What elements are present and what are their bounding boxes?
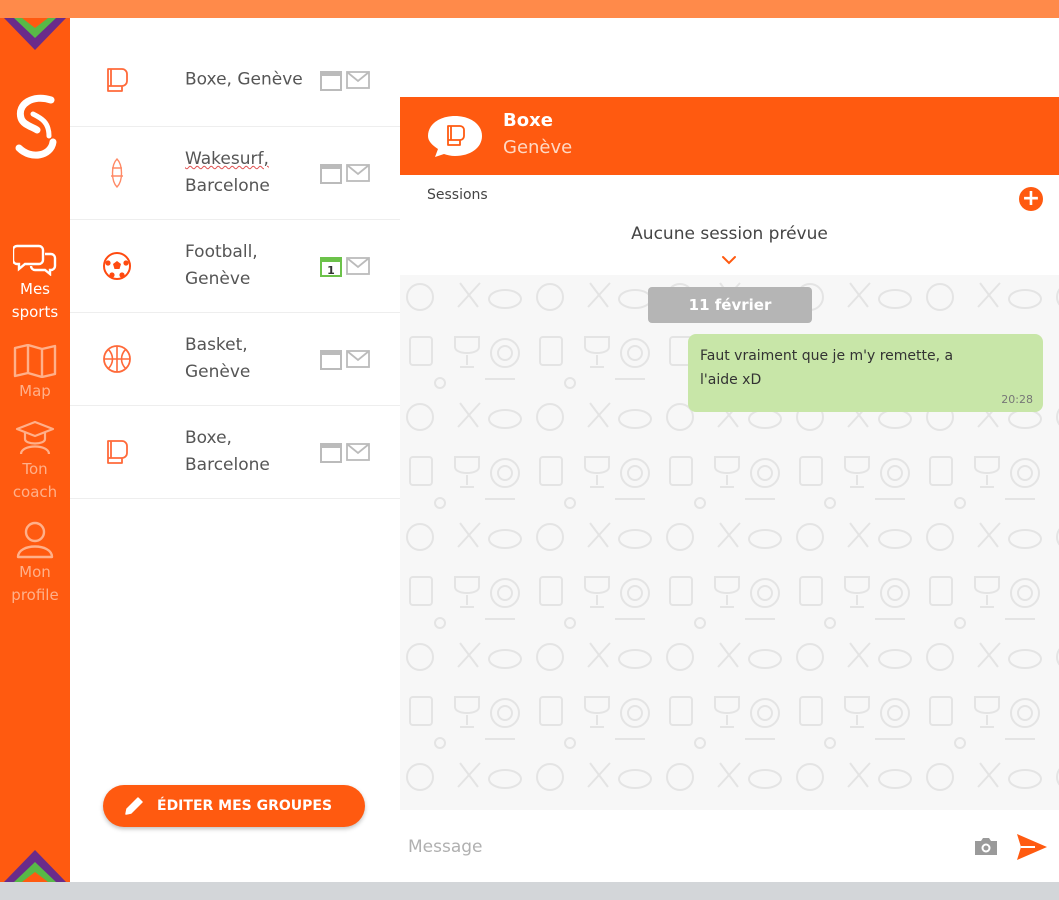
group-name-line: Barcelone (185, 176, 270, 196)
group-row-football-geneve[interactable]: Football, Genève 1 (70, 220, 400, 313)
boxing-glove-icon (107, 440, 128, 464)
group-name: Wakesurf, Barcelone (185, 146, 315, 200)
edit-groups-label: ÉDITER MES GROUPES (157, 798, 333, 814)
message-line: l'aide xD (700, 372, 762, 388)
decorative-triangle-icon (4, 18, 66, 50)
nav-label-line: sports (11, 303, 59, 321)
chat-bubbles-icon (13, 244, 57, 276)
message-time: 20:28 (1001, 393, 1033, 406)
coach-icon (15, 420, 55, 455)
nav-mon-profile[interactable]: Mon profile (0, 521, 70, 607)
sessions-label: Sessions (427, 187, 488, 203)
no-session-text: Aucune session prévue (631, 224, 828, 244)
nav-label-line: Mon (19, 563, 51, 581)
group-name: Boxe, Genève (185, 67, 325, 94)
user-icon (16, 521, 54, 559)
send-icon[interactable] (1015, 832, 1049, 862)
sessions-bar: Sessions + Aucune session prévue (400, 175, 1059, 275)
date-separator: 11 février (648, 287, 812, 323)
decorative-triangle-icon (4, 850, 66, 882)
app-logo (15, 94, 57, 159)
chat-header: Boxe Genève (400, 97, 1059, 175)
nav-map[interactable]: Map (0, 344, 70, 403)
nav-label-line: Mes (20, 280, 50, 298)
group-name-line: Basket, (185, 335, 248, 355)
nav-mes-sports[interactable]: Mes sports (0, 242, 70, 324)
edit-groups-button[interactable]: ÉDITER MES GROUPES (103, 785, 365, 827)
group-name-line: Genève (185, 269, 251, 289)
nav-label-line: coach (12, 483, 58, 501)
calendar-icon[interactable] (320, 441, 342, 463)
message-composer (400, 810, 1059, 882)
calendar-icon[interactable] (320, 348, 342, 370)
chevron-down-icon[interactable] (721, 255, 737, 265)
group-name-line: Football, (185, 242, 258, 262)
calendar-icon-active[interactable]: 1 (320, 255, 342, 277)
side-navigation: Mes sports Map Ton coach Mon profile (0, 18, 70, 882)
message-input[interactable] (400, 826, 950, 868)
add-session-button[interactable]: + (1019, 187, 1043, 211)
group-row-wakesurf-barcelone[interactable]: Wakesurf, Barcelone (70, 127, 400, 220)
group-name-line: Barcelone (185, 455, 270, 475)
mail-icon[interactable] (346, 164, 370, 182)
group-avatar (428, 116, 482, 157)
nav-ton-coach[interactable]: Ton coach (0, 420, 70, 504)
chat-title: Boxe (503, 110, 553, 131)
group-list-panel: Boxe, Genève Wakesurf, Barcelone Footbal… (70, 18, 400, 882)
map-icon (13, 344, 57, 378)
group-name-line: Wakesurf, (185, 149, 269, 169)
message-line: Faut vraiment que je m'y remette, a (700, 348, 954, 364)
group-name-line: Boxe, (185, 428, 232, 448)
calendar-icon[interactable] (320, 69, 342, 91)
window-top-bar (0, 0, 1059, 18)
calendar-icon[interactable] (320, 162, 342, 184)
group-row-boxe-barcelone[interactable]: Boxe, Barcelone (70, 406, 400, 499)
message-text: Faut vraiment que je m'y remette, a l'ai… (700, 344, 1031, 392)
calendar-badge: 1 (327, 264, 335, 277)
group-name: Boxe, Barcelone (185, 425, 315, 479)
group-name-line: Boxe, Genève (185, 69, 303, 90)
basketball-icon (103, 345, 131, 373)
group-row-boxe-geneve[interactable]: Boxe, Genève (70, 34, 400, 127)
message-bubble-outgoing[interactable]: Faut vraiment que je m'y remette, a l'ai… (688, 334, 1043, 412)
camera-icon[interactable] (973, 835, 999, 857)
window-bottom-strip (0, 882, 1059, 900)
group-row-basket-geneve[interactable]: Basket, Genève (70, 313, 400, 406)
chat-messages-area[interactable]: 11 février Faut vraiment que je m'y reme… (400, 275, 1059, 810)
nav-label-line: Ton (22, 460, 48, 478)
mail-icon[interactable] (346, 350, 370, 368)
mail-icon[interactable] (346, 257, 370, 275)
mail-icon[interactable] (346, 71, 370, 89)
boxing-glove-icon (107, 68, 128, 92)
group-name-line: Genève (185, 362, 251, 382)
mail-icon[interactable] (346, 443, 370, 461)
group-name: Basket, Genève (185, 332, 315, 386)
surfboard-icon (111, 158, 123, 188)
group-name: Football, Genève (185, 239, 315, 293)
nav-label-line: Map (19, 382, 51, 400)
chat-top-spacer (400, 18, 1059, 97)
soccer-ball-icon (103, 252, 131, 280)
chat-subtitle: Genève (503, 137, 573, 158)
nav-label-line: profile (11, 586, 59, 604)
pencil-icon (125, 797, 143, 815)
